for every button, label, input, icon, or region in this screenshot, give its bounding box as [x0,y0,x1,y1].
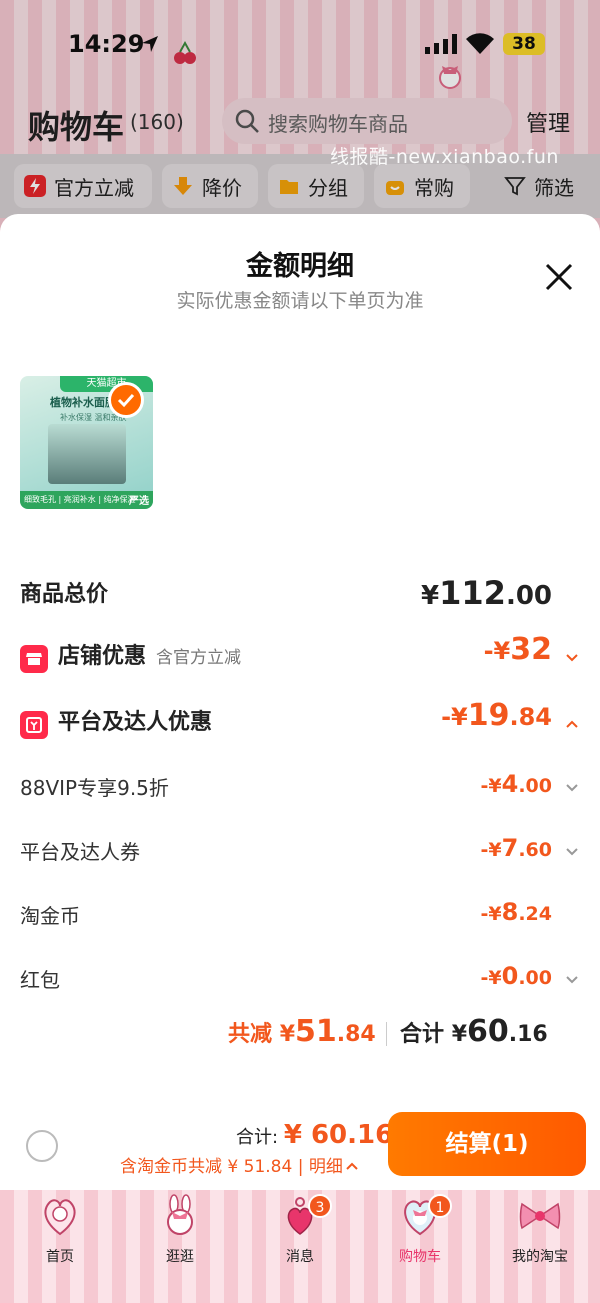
row-total-price: 商品总价 ¥112.00 [20,574,580,616]
row-platform-discount[interactable]: 平台及达人优惠 -¥19.84 [20,698,580,744]
summary-total: 合计 ¥60.16 [400,1014,548,1049]
amount-int: 7 [501,834,519,862]
sheet-subtitle: 实际优惠金额请以下单页为准 [176,290,424,312]
chevron-down-icon [566,848,578,856]
row-label: 88VIP专享9.5折 [20,776,169,800]
amount-int: 4 [501,770,519,798]
platform-coupon-value: -¥7.60 [481,834,552,862]
total-savings: 共减 ¥51.84 [228,1014,376,1049]
mirror-icon [44,1199,76,1236]
message-badge: 3 [308,1194,332,1218]
amount-dec: .16 [508,1022,548,1047]
tab-explore[interactable]: 逛逛 [120,1194,240,1265]
tab-label: 购物车 [399,1249,441,1265]
amount-dec: .24 [518,903,552,925]
row-label: 淘金币 [20,904,80,928]
amount-prefix: -¥ [480,967,502,989]
amount-dec: .00 [518,967,552,989]
row-sublabel: 含官方立减 [156,648,242,668]
row-vip-discount[interactable]: 88VIP专享9.5折 -¥4.00 [20,770,580,808]
product-image-photo [48,424,126,484]
row-store-discount[interactable]: 店铺优惠 含官方立减 -¥32 [20,632,580,678]
bunny-icon [167,1194,193,1235]
amount-dec: .84 [509,703,552,731]
amount-dec: .00 [518,775,552,797]
sheet-title: 金额明细 [246,251,354,282]
total-label: 合计 [400,1022,445,1047]
amount-int: 32 [510,632,552,667]
currency: ¥ [421,581,440,611]
amount-dec: .00 [505,581,552,611]
amount-dec: .84 [336,1022,376,1047]
tab-cart[interactable]: 购物车 1 [360,1194,480,1265]
amount-prefix: -¥ [480,775,502,797]
amount-int: 19 [467,698,510,733]
platform-discount-value: -¥19.84 [441,698,552,733]
tab-label: 消息 [286,1249,314,1265]
chevron-up-icon [566,720,578,728]
amount-int: 112 [439,574,506,612]
taojinbi-value: -¥8.24 [481,898,552,926]
product-tag: 严选 [129,496,149,507]
checkout-total: 合计: ¥ 60.16 [236,1120,393,1150]
divider [386,1022,387,1046]
select-all-checkbox[interactable] [26,1130,58,1162]
watermark-text: 线报酷-new.xianbao.fun [330,146,559,168]
total-amount: ¥ 60.16 [283,1120,394,1150]
checkout-button[interactable]: 结算(1) [388,1112,586,1176]
amount-dec: .60 [518,839,552,861]
amount-int: 8 [501,898,519,926]
amount-detail-sheet: 金额明细 实际优惠金额请以下单页为准 天猫超市 植物补水面膜4 补水保湿 温和亲… [0,214,600,1190]
chevron-down-icon [566,976,578,984]
chevron-down-icon [566,784,578,792]
tab-label: 我的淘宝 [512,1249,568,1265]
tab-messages[interactable]: 消息 3 [240,1194,360,1265]
detail-text: 含淘金币共减 ¥ 51.84 | 明细 [120,1157,343,1177]
vip-discount-value: -¥4.00 [481,770,552,798]
check-icon [117,393,135,408]
savings-label: 共减 [228,1022,273,1047]
close-icon[interactable] [542,260,576,294]
amount-summary: 共减 ¥51.84 合计 ¥60.16 [0,1014,600,1054]
store-discount-value: -¥32 [484,632,552,667]
cart-badge: 1 [428,1194,452,1218]
row-label: 红包 [20,968,60,992]
tab-home[interactable]: 首页 [0,1194,120,1265]
overlay-dim [0,0,600,230]
product-selected-check[interactable] [108,382,144,418]
total-price-value: ¥112.00 [421,574,552,612]
row-taojinbi: 淘金币 -¥8.24 [20,898,580,936]
bottom-tab-bar: 首页 逛逛 消息 3 购物车 1 我的淘宝 [0,1190,600,1303]
amount-int: 51 [295,1014,337,1049]
checkout-bar: 合计: ¥ 60.16 含淘金币共减 ¥ 51.84 | 明细 结算(1) [0,1098,600,1190]
red-packet-value: -¥0.00 [481,962,552,990]
currency: ¥ [451,1022,467,1047]
amount-prefix: -¥ [480,903,502,925]
amount-int: 0 [501,962,519,990]
row-label: 商品总价 [20,582,109,607]
chevron-up-icon [346,1162,358,1170]
tab-label: 逛逛 [166,1249,194,1265]
chevron-down-icon [566,654,578,662]
currency: ¥ [279,1022,295,1047]
amount-prefix: -¥ [483,637,511,665]
bow-icon [519,1202,561,1230]
total-label: 合计: [236,1127,279,1148]
row-platform-coupon[interactable]: 平台及达人券 -¥7.60 [20,834,580,872]
row-red-packet[interactable]: 红包 -¥0.00 [20,962,580,1000]
row-label: 平台及达人券 [20,840,140,864]
store-icon [20,644,48,673]
amount-prefix: -¥ [441,703,468,731]
coupon-icon [20,710,48,739]
amount-int: 60 [467,1014,509,1049]
tab-label: 首页 [46,1249,74,1265]
savings-detail-link[interactable]: 含淘金币共减 ¥ 51.84 | 明细 [120,1152,359,1177]
tab-my-taobao[interactable]: 我的淘宝 [480,1194,600,1265]
row-label: 店铺优惠 [58,644,147,669]
row-label: 平台及达人优惠 [58,710,213,735]
amount-prefix: -¥ [480,839,502,861]
